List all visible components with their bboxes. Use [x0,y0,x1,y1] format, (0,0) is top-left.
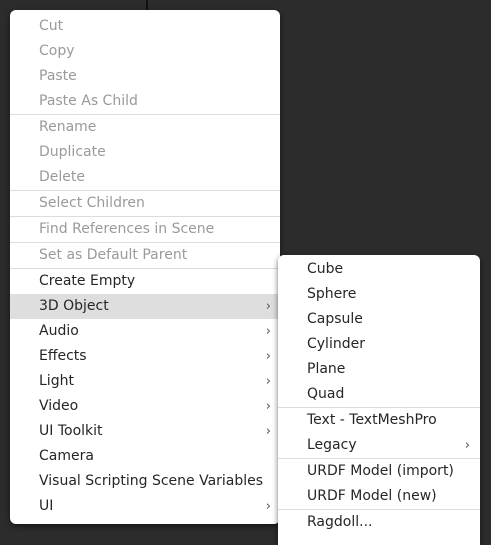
menu-item-label: Light [39,373,74,389]
menu-item-set-as-default-parent[interactable]: Set as Default Parent [10,243,280,268]
menu-item-effects[interactable]: Effects › [10,344,280,369]
menu-item-label: Quad [307,386,345,402]
menu-item-label: Effects [39,348,87,364]
menu-item-find-references-in-scene[interactable]: Find References in Scene [10,217,280,242]
menu-item-label: Create Empty [39,273,136,289]
context-menu: Cut Copy Paste Paste As Child Rename Duplicat… [10,10,280,524]
menu-item-paste-as-child[interactable]: Paste As Child [10,89,280,114]
menu-item-label: Cut [39,18,64,34]
menu-item-paste[interactable]: Paste [10,64,280,89]
submenu-item-plane[interactable]: Plane [278,357,480,382]
menu-item-copy[interactable]: Copy [10,39,280,64]
menu-item-label: Sphere [307,286,357,302]
menu-item-label: Rename [39,119,97,135]
menu-item-label: Paste As Child [39,93,138,109]
menu-item-delete[interactable]: Delete [10,165,280,190]
menu-item-cut[interactable]: Cut [10,14,280,39]
menu-item-label: Camera [39,448,94,464]
menu-item-label: Delete [39,169,85,185]
background-divider [146,0,148,10]
menu-item-video[interactable]: Video › [10,394,280,419]
menu-item-label: Legacy [307,437,357,453]
menu-item-ui-toolkit[interactable]: UI Toolkit › [10,419,280,444]
menu-item-label: Text - TextMeshPro [307,412,437,428]
menu-item-audio[interactable]: Audio › [10,319,280,344]
menu-item-label: Video [39,398,79,414]
menu-item-create-empty[interactable]: Create Empty [10,269,280,294]
menu-item-label: Duplicate [39,144,106,160]
menu-item-label: Audio [39,323,79,339]
menu-item-label: Cube [307,261,344,277]
menu-item-label: Cylinder [307,336,365,352]
submenu-item-legacy[interactable]: Legacy › [278,433,480,458]
submenu-item-urdf-model-new[interactable]: URDF Model (new) [278,484,480,509]
menu-item-visual-scripting-scene-variables[interactable]: Visual Scripting Scene Variables [10,469,280,494]
menu-item-label: Find References in Scene [39,221,215,237]
menu-item-label: Plane [307,361,346,377]
chevron-right-icon: › [464,438,470,453]
menu-item-label: UI [39,498,54,514]
submenu-item-cylinder[interactable]: Cylinder [278,332,480,357]
submenu-item-ragdoll[interactable]: Ragdoll... [278,510,480,535]
menu-item-label: Select Children [39,195,145,211]
menu-item-label: Paste [39,68,77,84]
chevron-right-icon: › [265,499,271,514]
submenu-item-capsule[interactable]: Capsule [278,307,480,332]
menu-item-label: UI Toolkit [39,423,103,439]
menu-item-select-children[interactable]: Select Children [10,191,280,216]
submenu-3d-object: Cube Sphere Capsule Cylinder Plane Quad Text -… [278,255,480,545]
chevron-right-icon: › [265,299,271,314]
menu-item-3d-object[interactable]: 3D Object › [10,294,280,319]
menu-item-rename[interactable]: Rename [10,115,280,140]
menu-item-label: Set as Default Parent [39,247,188,263]
chevron-right-icon: › [265,324,271,339]
menu-item-label: URDF Model (new) [307,488,437,504]
submenu-item-cube[interactable]: Cube [278,257,480,282]
menu-item-duplicate[interactable]: Duplicate [10,140,280,165]
menu-item-ui[interactable]: UI › [10,494,280,519]
menu-item-label: 3D Object [39,298,109,314]
chevron-right-icon: › [265,424,271,439]
menu-item-label: URDF Model (import) [307,463,454,479]
submenu-item-sphere[interactable]: Sphere [278,282,480,307]
menu-item-label: Ragdoll... [307,514,373,530]
chevron-right-icon: › [265,349,271,364]
chevron-right-icon: › [265,374,271,389]
menu-item-label: Copy [39,43,75,59]
menu-item-light[interactable]: Light › [10,369,280,394]
submenu-item-quad[interactable]: Quad [278,382,480,407]
menu-item-label: Capsule [307,311,363,327]
submenu-item-text-textmeshpro[interactable]: Text - TextMeshPro [278,408,480,433]
submenu-item-urdf-model-import[interactable]: URDF Model (import) [278,459,480,484]
menu-item-label: Visual Scripting Scene Variables [39,473,264,489]
menu-item-camera[interactable]: Camera [10,444,280,469]
chevron-right-icon: › [265,399,271,414]
